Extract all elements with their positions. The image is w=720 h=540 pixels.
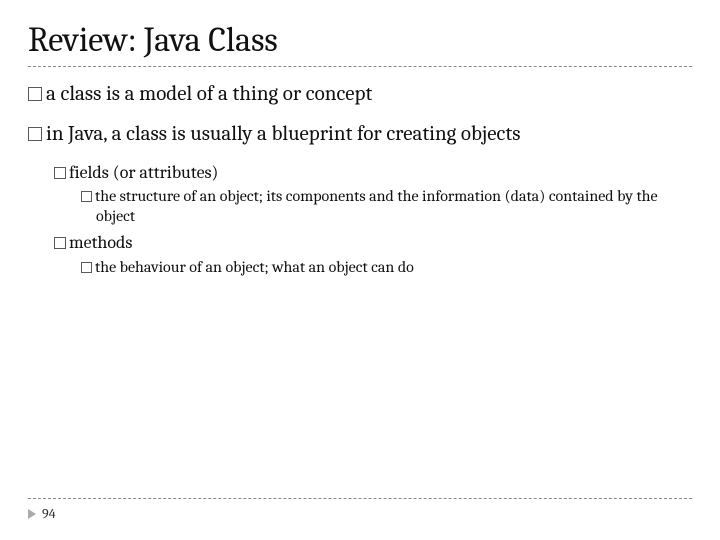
bullet-text: a class is a model of a thing or concept — [46, 82, 372, 106]
bullet-lvl3: the behaviour of an object; what an obje… — [96, 257, 692, 277]
square-bullet-icon — [54, 237, 66, 249]
bullet-text: fields (or attributes) — [69, 162, 218, 183]
bullet-lvl1: a class is a model of a thing or concept — [46, 81, 692, 107]
bullet-lvl3: the structure of an object; its componen… — [96, 186, 692, 226]
square-bullet-icon — [81, 262, 92, 273]
footer-row: 94 — [28, 505, 692, 522]
slide-body: a class is a model of a thing or concept… — [28, 81, 692, 277]
bullet-lvl2: methods — [70, 232, 692, 255]
square-bullet-icon — [81, 191, 92, 202]
bullet-text: methods — [69, 232, 132, 253]
arrow-right-icon — [28, 509, 36, 519]
square-bullet-icon — [28, 87, 42, 101]
square-bullet-icon — [28, 127, 42, 141]
slide-footer: 94 — [28, 498, 692, 522]
slide-title: Review: Java Class — [28, 20, 692, 60]
bullet-text: in Java, a class is usually a blueprint … — [46, 122, 520, 146]
footer-divider — [28, 498, 692, 499]
bullet-text: the behaviour of an object; what an obje… — [95, 258, 414, 276]
bullet-text: the structure of an object; its componen… — [95, 187, 658, 225]
bullet-lvl1: in Java, a class is usually a blueprint … — [46, 121, 692, 147]
title-divider — [28, 66, 692, 67]
bullet-lvl2: fields (or attributes) — [70, 162, 692, 185]
slide: Review: Java Class a class is a model of… — [0, 0, 720, 540]
square-bullet-icon — [54, 167, 66, 179]
page-number: 94 — [42, 505, 56, 522]
